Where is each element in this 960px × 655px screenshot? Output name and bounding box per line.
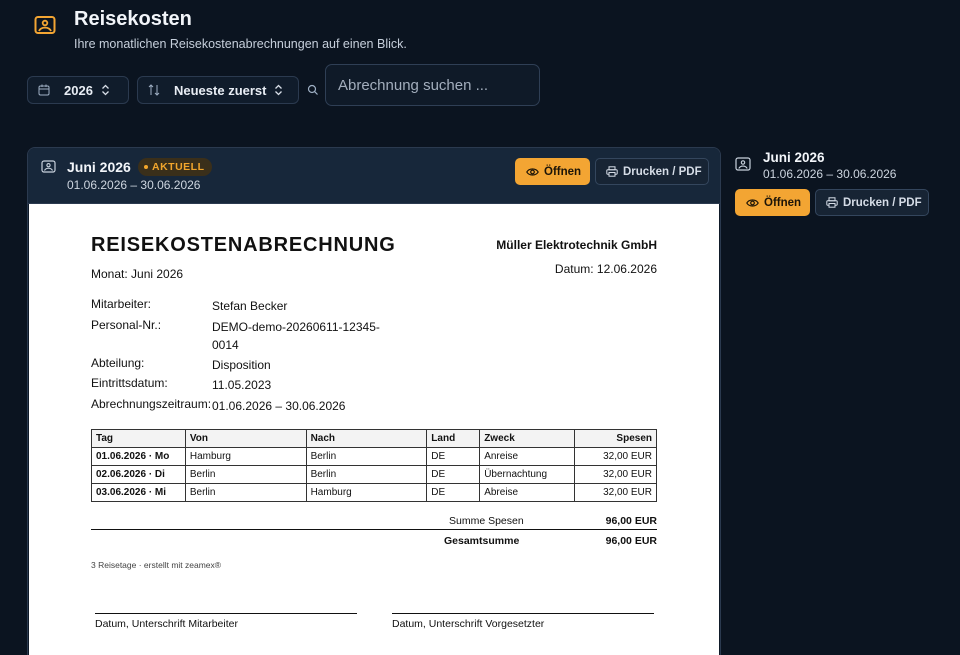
report-card-title: Juni 2026 bbox=[67, 159, 131, 175]
table-cell: DE bbox=[426, 447, 481, 466]
side-print-button[interactable]: Drucken / PDF bbox=[815, 189, 929, 216]
report-card: Juni 2026 AKTUELL 01.06.2026 – 30.06.202… bbox=[27, 147, 721, 655]
page-subtitle: Ihre monatlichen Reisekostenabrechnungen… bbox=[74, 37, 407, 51]
table-cell: Berlin bbox=[305, 447, 428, 466]
printer-icon bbox=[826, 197, 838, 208]
year-select-value: 2026 bbox=[64, 82, 93, 98]
open-button[interactable]: Öffnen bbox=[515, 158, 590, 185]
eye-icon bbox=[746, 198, 759, 207]
table-cell: Hamburg bbox=[184, 447, 307, 466]
table-cell: Berlin bbox=[184, 483, 307, 502]
signature-line-employee bbox=[95, 613, 357, 614]
image-icon bbox=[41, 160, 56, 173]
total-value: 96,00 EUR bbox=[605, 535, 657, 547]
year-select[interactable]: 2026 bbox=[27, 76, 129, 104]
calendar-icon bbox=[38, 84, 50, 96]
sum-value: 96,00 EUR bbox=[605, 515, 657, 527]
signature-label-supervisor: Datum, Unterschrift Vorgesetzter bbox=[392, 618, 545, 630]
table-cell: 32,00 EUR bbox=[574, 483, 657, 502]
table-cell: 02.06.2026 · Di bbox=[91, 465, 186, 484]
print-button[interactable]: Drucken / PDF bbox=[595, 158, 709, 185]
table-cell: 01.06.2026 · Mo bbox=[91, 447, 186, 466]
image-icon bbox=[34, 16, 56, 34]
table-cell: Übernachtung bbox=[479, 465, 576, 484]
report-card-header: Juni 2026 AKTUELL 01.06.2026 – 30.06.202… bbox=[28, 148, 720, 204]
column-header: Von bbox=[184, 429, 307, 448]
document-preview: REISEKOSTENABRECHNUNG Monat: Juni 2026 M… bbox=[29, 204, 719, 655]
table-row: 03.06.2026 · Mi Berlin Hamburg DE Abreis… bbox=[91, 483, 657, 502]
signature-label-employee: Datum, Unterschrift Mitarbeiter bbox=[95, 618, 238, 630]
print-button-label: Drucken / PDF bbox=[623, 165, 702, 178]
page: Reisekosten Ihre monatlichen Reisekosten… bbox=[0, 0, 960, 655]
open-button-label: Öffnen bbox=[544, 165, 582, 178]
side-report-range: 01.06.2026 – 30.06.2026 bbox=[763, 167, 897, 181]
report-card-range: 01.06.2026 – 30.06.2026 bbox=[67, 178, 201, 192]
document-date: Datum: 12.06.2026 bbox=[554, 262, 657, 276]
table-row: 01.06.2026 · Mo Hamburg Berlin DE Anreis… bbox=[91, 447, 657, 466]
table-cell: Berlin bbox=[184, 465, 307, 484]
table-cell: 03.06.2026 · Mi bbox=[91, 483, 186, 502]
sort-icon bbox=[148, 84, 160, 96]
table-cell: Berlin bbox=[305, 465, 428, 484]
table-cell: Hamburg bbox=[305, 483, 428, 502]
chevron-updown-icon bbox=[275, 84, 283, 96]
total-label: Gesamtsumme bbox=[444, 535, 520, 547]
signature-line-supervisor bbox=[392, 613, 654, 614]
footer-note: 3 Reisetage · erstellt mit zeamex® bbox=[91, 560, 222, 570]
printer-icon bbox=[606, 166, 618, 177]
chevron-updown-icon bbox=[101, 84, 109, 96]
table-cell: 32,00 EUR bbox=[574, 465, 657, 484]
eye-icon bbox=[526, 167, 539, 176]
table-cell: DE bbox=[426, 483, 481, 502]
sort-select[interactable]: Neueste zuerst bbox=[137, 76, 299, 104]
side-open-button[interactable]: Öffnen bbox=[735, 189, 810, 216]
sum-label: Summe Spesen bbox=[449, 515, 524, 527]
document-month: Monat: Juni 2026 bbox=[91, 267, 184, 281]
side-print-button-label: Drucken / PDF bbox=[843, 196, 922, 209]
image-icon bbox=[735, 157, 751, 171]
expense-table: Tag Von Nach Land Zweck Spesen 01.06.202… bbox=[91, 429, 657, 502]
column-header: Tag bbox=[91, 429, 186, 448]
document-title: REISEKOSTENABRECHNUNG bbox=[91, 234, 396, 256]
search-input[interactable] bbox=[325, 64, 540, 106]
sum-divider bbox=[91, 529, 657, 530]
search-icon bbox=[307, 84, 318, 95]
side-report-title: Juni 2026 bbox=[763, 150, 825, 165]
table-cell: DE bbox=[426, 465, 481, 484]
table-cell: 32,00 EUR bbox=[574, 447, 657, 466]
column-header: Land bbox=[426, 429, 481, 448]
table-row: 02.06.2026 · Di Berlin Berlin DE Übernac… bbox=[91, 465, 657, 484]
sort-select-value: Neueste zuerst bbox=[174, 82, 267, 98]
column-header: Nach bbox=[305, 429, 428, 448]
table-cell: Anreise bbox=[479, 447, 576, 466]
page-title: Reisekosten bbox=[74, 8, 192, 30]
table-cell: Abreise bbox=[479, 483, 576, 502]
company-name: Müller Elektrotechnik GmbH bbox=[496, 238, 657, 252]
side-open-button-label: Öffnen bbox=[764, 196, 802, 209]
status-badge: AKTUELL bbox=[138, 158, 212, 176]
table-header-row: Tag Von Nach Land Zweck Spesen bbox=[91, 429, 657, 448]
column-header: Zweck bbox=[479, 429, 576, 448]
column-header: Spesen bbox=[574, 429, 657, 448]
